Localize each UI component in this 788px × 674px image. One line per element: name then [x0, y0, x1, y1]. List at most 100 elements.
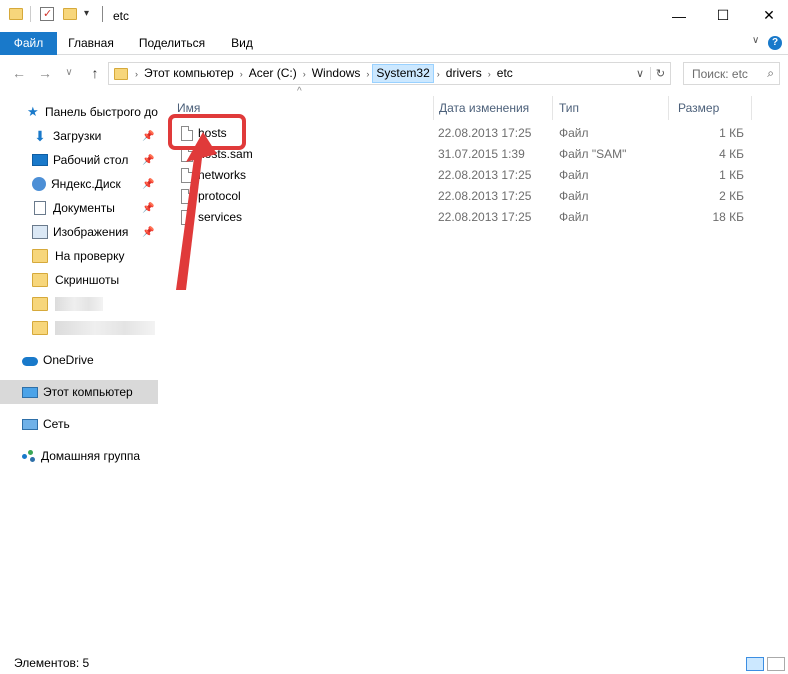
- sidebar-item-downloads[interactable]: ⬇ Загрузки 📌: [0, 124, 158, 148]
- file-row[interactable]: protocol 22.08.2013 17:25 Файл 2 КБ: [168, 186, 748, 207]
- folder-icon: [32, 273, 48, 287]
- homegroup-icon: [22, 449, 36, 463]
- column-divider[interactable]: [751, 96, 752, 120]
- breadcrumb-system32[interactable]: System32: [372, 64, 434, 83]
- pin-icon[interactable]: 📌: [142, 227, 154, 238]
- help-icon[interactable]: ?: [768, 36, 782, 50]
- sidebar-item-for-review[interactable]: На проверку: [0, 244, 158, 268]
- breadcrumb-this-pc[interactable]: Этот компьютер: [141, 63, 237, 84]
- recent-locations-button[interactable]: ∨: [60, 64, 78, 82]
- sidebar-item-label: Изображения: [53, 225, 129, 239]
- breadcrumb-drive-c[interactable]: Acer (C:): [246, 63, 300, 84]
- download-icon: ⬇: [34, 128, 46, 144]
- forward-button[interactable]: →: [36, 64, 54, 82]
- status-bar: Элементов: 5: [0, 652, 788, 674]
- folder-icon: [32, 321, 48, 335]
- details-view-icon[interactable]: [746, 657, 764, 671]
- maximize-button[interactable]: ☐: [700, 0, 746, 31]
- address-dropdown-icon[interactable]: ∨: [630, 67, 650, 80]
- sidebar-item-label: Этот компьютер: [43, 385, 133, 399]
- breadcrumb-separator[interactable]: ›: [237, 69, 246, 79]
- file-row[interactable]: networks 22.08.2013 17:25 Файл 1 КБ: [168, 165, 748, 186]
- folder-icon: [9, 8, 23, 20]
- breadcrumb-separator[interactable]: ›: [300, 69, 309, 79]
- sidebar-item-hidden-folder[interactable]: [0, 292, 158, 316]
- sidebar-item-label: Загрузки: [53, 129, 102, 143]
- search-icon: ⌕: [767, 66, 774, 80]
- item-count: Элементов: 5: [14, 656, 90, 670]
- folder-icon: [32, 249, 48, 263]
- tab-file[interactable]: Файл: [0, 32, 57, 55]
- search-input[interactable]: Поиск: etc ⌕: [683, 62, 780, 85]
- column-header-date[interactable]: Дата изменения: [430, 96, 552, 120]
- file-type: Файл: [559, 189, 589, 203]
- breadcrumb-etc[interactable]: etc: [494, 63, 516, 84]
- breadcrumb-separator[interactable]: ›: [363, 69, 372, 79]
- toolbar-divider: [102, 6, 103, 22]
- file-icon: [181, 168, 193, 183]
- sidebar-item-screenshots[interactable]: Скриншоты: [0, 268, 158, 292]
- file-type: Файл: [559, 210, 589, 224]
- file-date: 31.07.2015 1:39: [438, 147, 525, 161]
- file-type: Файл "SAM": [559, 147, 627, 161]
- pin-icon[interactable]: 📌: [142, 179, 154, 190]
- expand-ribbon-icon[interactable]: ∨: [752, 35, 759, 46]
- column-header-type[interactable]: Тип: [550, 96, 668, 120]
- file-size: 4 КБ: [719, 147, 744, 161]
- file-size: 18 КБ: [712, 210, 744, 224]
- sidebar-item-network[interactable]: Сеть: [0, 412, 158, 436]
- breadcrumb-separator[interactable]: ›: [434, 69, 443, 79]
- sidebar-item-onedrive[interactable]: OneDrive: [0, 348, 158, 372]
- navigation-pane: ★ Панель быстрого доступа ⬇ Загрузки 📌 Р…: [0, 92, 158, 652]
- tab-home[interactable]: Главная: [60, 32, 122, 55]
- pin-icon[interactable]: 📌: [142, 203, 154, 214]
- new-folder-icon[interactable]: [63, 8, 77, 20]
- title-bar: ✓ ▾ etc — ☐ ✕: [0, 0, 788, 32]
- redacted-label: [55, 321, 155, 335]
- sidebar-item-quick-access[interactable]: ★ Панель быстрого доступа: [0, 100, 158, 124]
- sidebar-item-label: OneDrive: [43, 353, 94, 367]
- breadcrumb-drivers[interactable]: drivers: [443, 63, 485, 84]
- back-button[interactable]: ←: [10, 64, 28, 82]
- file-name: networks: [198, 168, 247, 182]
- sidebar-item-hidden-folder[interactable]: [0, 316, 158, 340]
- sidebar-item-pictures[interactable]: Изображения 📌: [0, 220, 158, 244]
- file-icon: [181, 210, 193, 225]
- address-bar[interactable]: › Этот компьютер › Acer (C:) › Windows ›…: [108, 62, 671, 85]
- sidebar-item-documents[interactable]: Документы 📌: [0, 196, 158, 220]
- onedrive-icon: [22, 356, 38, 366]
- tab-share[interactable]: Поделиться: [132, 32, 212, 55]
- sidebar-item-label: Документы: [53, 201, 115, 215]
- file-date: 22.08.2013 17:25: [438, 126, 532, 140]
- sidebar-item-homegroup[interactable]: Домашняя группа: [0, 444, 158, 468]
- ribbon-tabs: Файл Главная Поделиться Вид ∨ ?: [0, 32, 788, 55]
- file-icon: [181, 189, 193, 204]
- sidebar-item-desktop[interactable]: Рабочий стол 📌: [0, 148, 158, 172]
- file-row[interactable]: services 22.08.2013 17:25 Файл 18 КБ: [168, 207, 748, 228]
- large-icons-view-icon[interactable]: [767, 657, 785, 671]
- sidebar-item-yandex-disk[interactable]: Яндекс.Диск 📌: [0, 172, 158, 196]
- close-button[interactable]: ✕: [746, 0, 788, 31]
- pin-icon[interactable]: 📌: [142, 155, 154, 166]
- file-date: 22.08.2013 17:25: [438, 189, 532, 203]
- file-date: 22.08.2013 17:25: [438, 210, 532, 224]
- file-type: Файл: [559, 126, 589, 140]
- breadcrumb-separator[interactable]: ›: [485, 69, 494, 79]
- breadcrumb-windows[interactable]: Windows: [309, 63, 364, 84]
- refresh-icon[interactable]: ↻: [650, 67, 670, 80]
- minimize-button[interactable]: —: [656, 0, 702, 31]
- up-button[interactable]: ↑: [86, 64, 104, 82]
- column-header-size[interactable]: Размер: [669, 96, 751, 120]
- pin-icon[interactable]: 📌: [142, 131, 154, 142]
- file-row[interactable]: hosts.sam 31.07.2015 1:39 Файл "SAM" 4 К…: [168, 144, 748, 165]
- tab-view[interactable]: Вид: [224, 32, 260, 55]
- properties-icon[interactable]: ✓: [40, 7, 54, 21]
- customize-toolbar-icon[interactable]: ▾: [84, 8, 89, 19]
- file-size: 1 КБ: [719, 126, 744, 140]
- file-row[interactable]: hosts 22.08.2013 17:25 Файл 1 КБ: [168, 123, 748, 144]
- file-size: 2 КБ: [719, 189, 744, 203]
- computer-icon: [22, 386, 38, 398]
- file-type: Файл: [559, 168, 589, 182]
- sidebar-item-this-pc[interactable]: Этот компьютер: [0, 380, 158, 404]
- breadcrumb-separator[interactable]: ›: [132, 69, 141, 79]
